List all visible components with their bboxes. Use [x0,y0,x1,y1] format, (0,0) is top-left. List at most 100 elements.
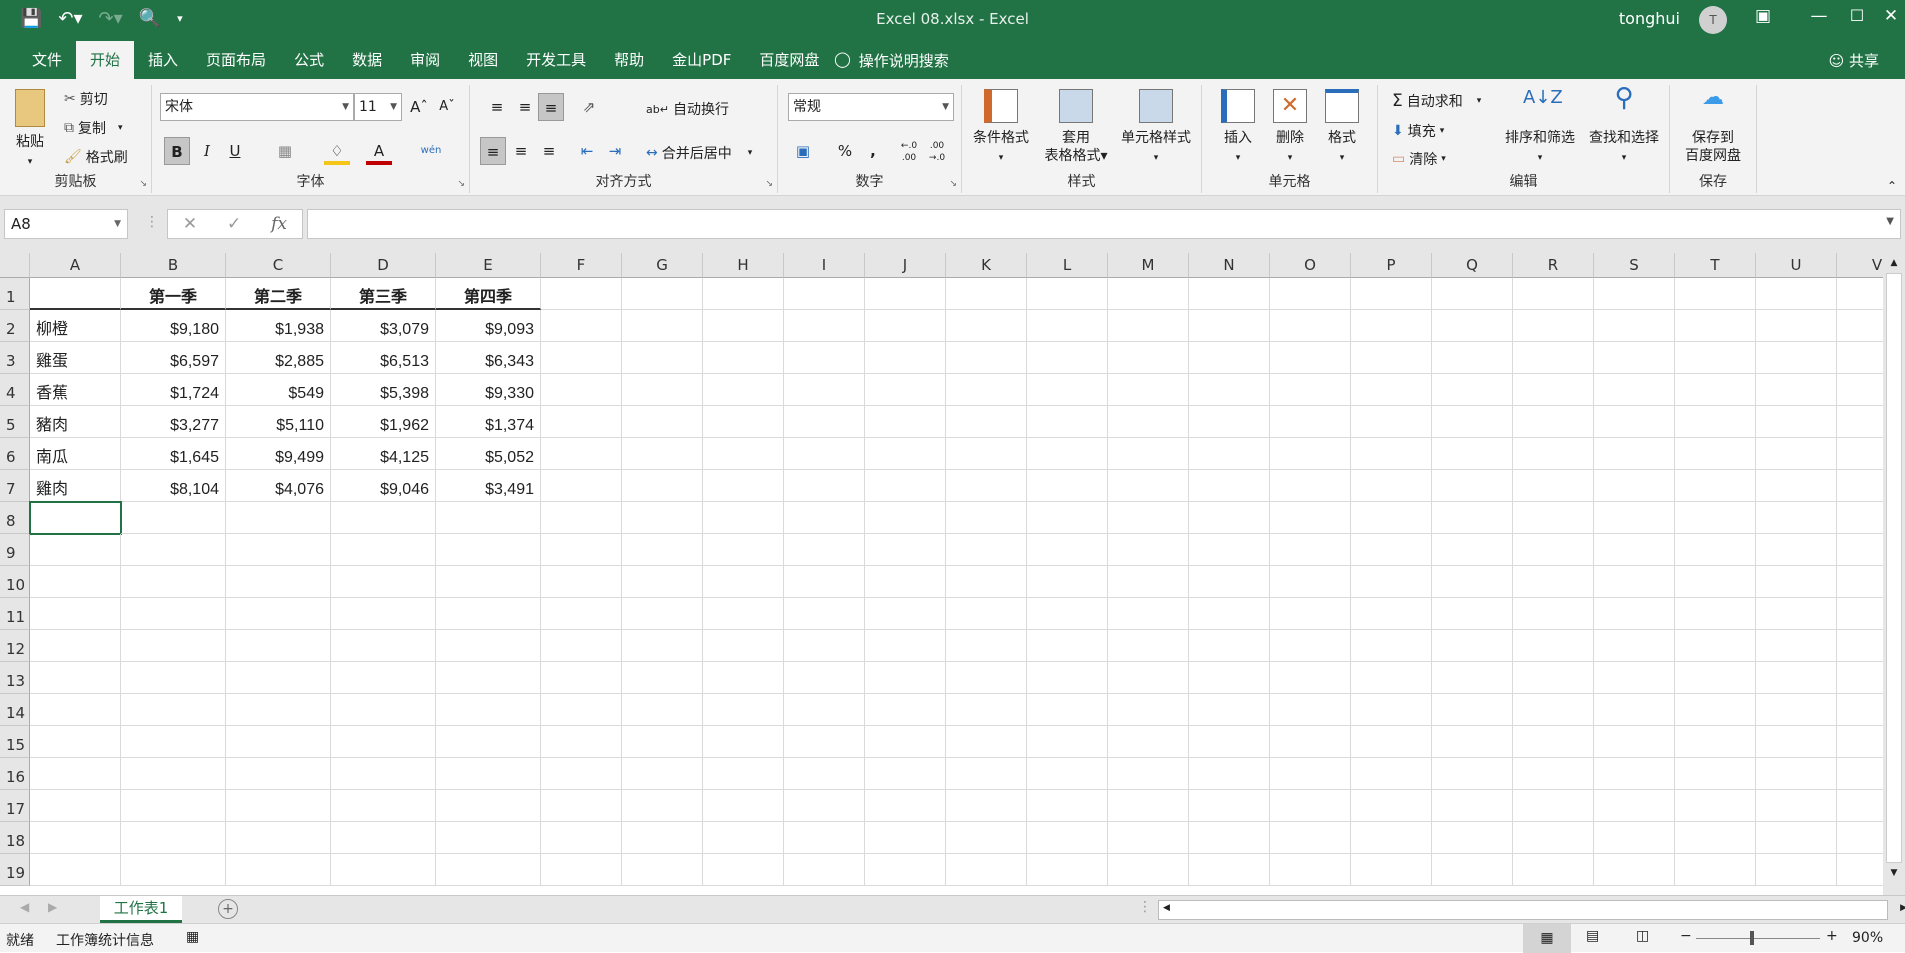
cell[interactable] [1108,374,1189,406]
cell[interactable] [1027,342,1108,374]
cell[interactable] [541,854,622,886]
cell[interactable] [1432,726,1513,758]
row-header[interactable]: 17 [0,790,30,822]
cell[interactable] [784,566,865,598]
align-middle-icon[interactable]: ≡ [512,93,538,121]
cell[interactable] [1594,790,1675,822]
cell[interactable] [1108,566,1189,598]
cell[interactable] [1837,342,1883,374]
cell[interactable] [1837,694,1883,726]
cell[interactable] [946,630,1027,662]
cell[interactable] [1270,374,1351,406]
cell[interactable] [30,534,121,566]
cell[interactable] [946,278,1027,310]
cell[interactable] [226,566,331,598]
cell[interactable] [703,790,784,822]
formula-input[interactable]: ▼ [307,209,1901,239]
row-header[interactable]: 8 [0,502,30,534]
cell[interactable] [541,598,622,630]
cell[interactable] [1594,630,1675,662]
cell[interactable] [436,790,541,822]
cell[interactable] [1675,854,1756,886]
cell[interactable] [331,790,436,822]
check-icon[interactable]: ✓ [227,214,241,234]
cell[interactable] [1594,374,1675,406]
cell[interactable] [865,470,946,502]
cell[interactable] [1270,694,1351,726]
cell[interactable] [1108,310,1189,342]
cell[interactable] [436,630,541,662]
cell[interactable] [1756,342,1837,374]
cell[interactable] [1270,406,1351,438]
cell[interactable] [1351,822,1432,854]
cell[interactable] [1027,566,1108,598]
cell[interactable]: $1,962 [331,406,436,438]
column-header[interactable]: N [1189,253,1270,278]
cell[interactable] [541,374,622,406]
scroll-thumb[interactable] [1886,273,1902,863]
row-header[interactable]: 7 [0,470,30,502]
row-header[interactable]: 9 [0,534,30,566]
cell[interactable] [1675,374,1756,406]
cell[interactable] [1189,726,1270,758]
tab-5[interactable]: 数据 [338,41,396,79]
cell[interactable] [1108,758,1189,790]
column-header[interactable]: C [226,253,331,278]
cell[interactable]: $9,499 [226,438,331,470]
cell[interactable] [30,630,121,662]
cell[interactable] [1108,598,1189,630]
cell[interactable] [1513,342,1594,374]
cell[interactable] [784,342,865,374]
next-sheet-icon[interactable]: ▶ [48,900,57,914]
column-header[interactable]: B [121,253,226,278]
cell[interactable] [946,342,1027,374]
cell[interactable] [1837,854,1883,886]
cell-styles-button[interactable]: 单元格样式 ▾ [1114,89,1198,167]
format-painter-button[interactable]: 🖌 格式刷 [64,147,128,167]
cell[interactable]: $4,125 [331,438,436,470]
cell[interactable] [1837,470,1883,502]
cell[interactable] [1189,694,1270,726]
cell[interactable] [1027,438,1108,470]
cell[interactable] [1837,726,1883,758]
row-header[interactable]: 15 [0,726,30,758]
cell[interactable] [1756,662,1837,694]
cell[interactable] [703,310,784,342]
cell[interactable] [784,694,865,726]
cell[interactable] [946,470,1027,502]
cell[interactable] [541,534,622,566]
cell[interactable] [1837,662,1883,694]
page-break-icon[interactable]: ◫ [1636,928,1649,944]
cell[interactable] [1270,470,1351,502]
cut-button[interactable]: ✂ 剪切 [64,89,108,109]
cell[interactable] [30,726,121,758]
cell[interactable]: $9,093 [436,310,541,342]
cell[interactable] [1513,502,1594,534]
cell[interactable] [1513,438,1594,470]
cell[interactable] [1027,822,1108,854]
cell[interactable] [1189,310,1270,342]
cell[interactable] [1351,726,1432,758]
cell[interactable] [1756,438,1837,470]
cell[interactable] [1432,694,1513,726]
cell[interactable] [946,662,1027,694]
cell[interactable] [30,758,121,790]
cell[interactable] [1108,342,1189,374]
cell[interactable] [1351,694,1432,726]
cell[interactable] [1189,822,1270,854]
cancel-icon[interactable]: ✕ [183,214,197,234]
column-header[interactable]: D [331,253,436,278]
cell[interactable] [331,694,436,726]
tab-11[interactable]: 百度网盘 [745,41,833,79]
cell[interactable] [541,406,622,438]
cell[interactable] [1108,662,1189,694]
align-center-icon[interactable]: ≡ [508,137,534,165]
cell[interactable] [865,534,946,566]
cell[interactable] [1189,790,1270,822]
cell[interactable] [784,790,865,822]
column-header[interactable]: S [1594,253,1675,278]
cell[interactable] [1675,278,1756,310]
share-button[interactable]: ☺ 共享 [1829,50,1879,71]
cell[interactable] [622,790,703,822]
cell[interactable] [703,758,784,790]
